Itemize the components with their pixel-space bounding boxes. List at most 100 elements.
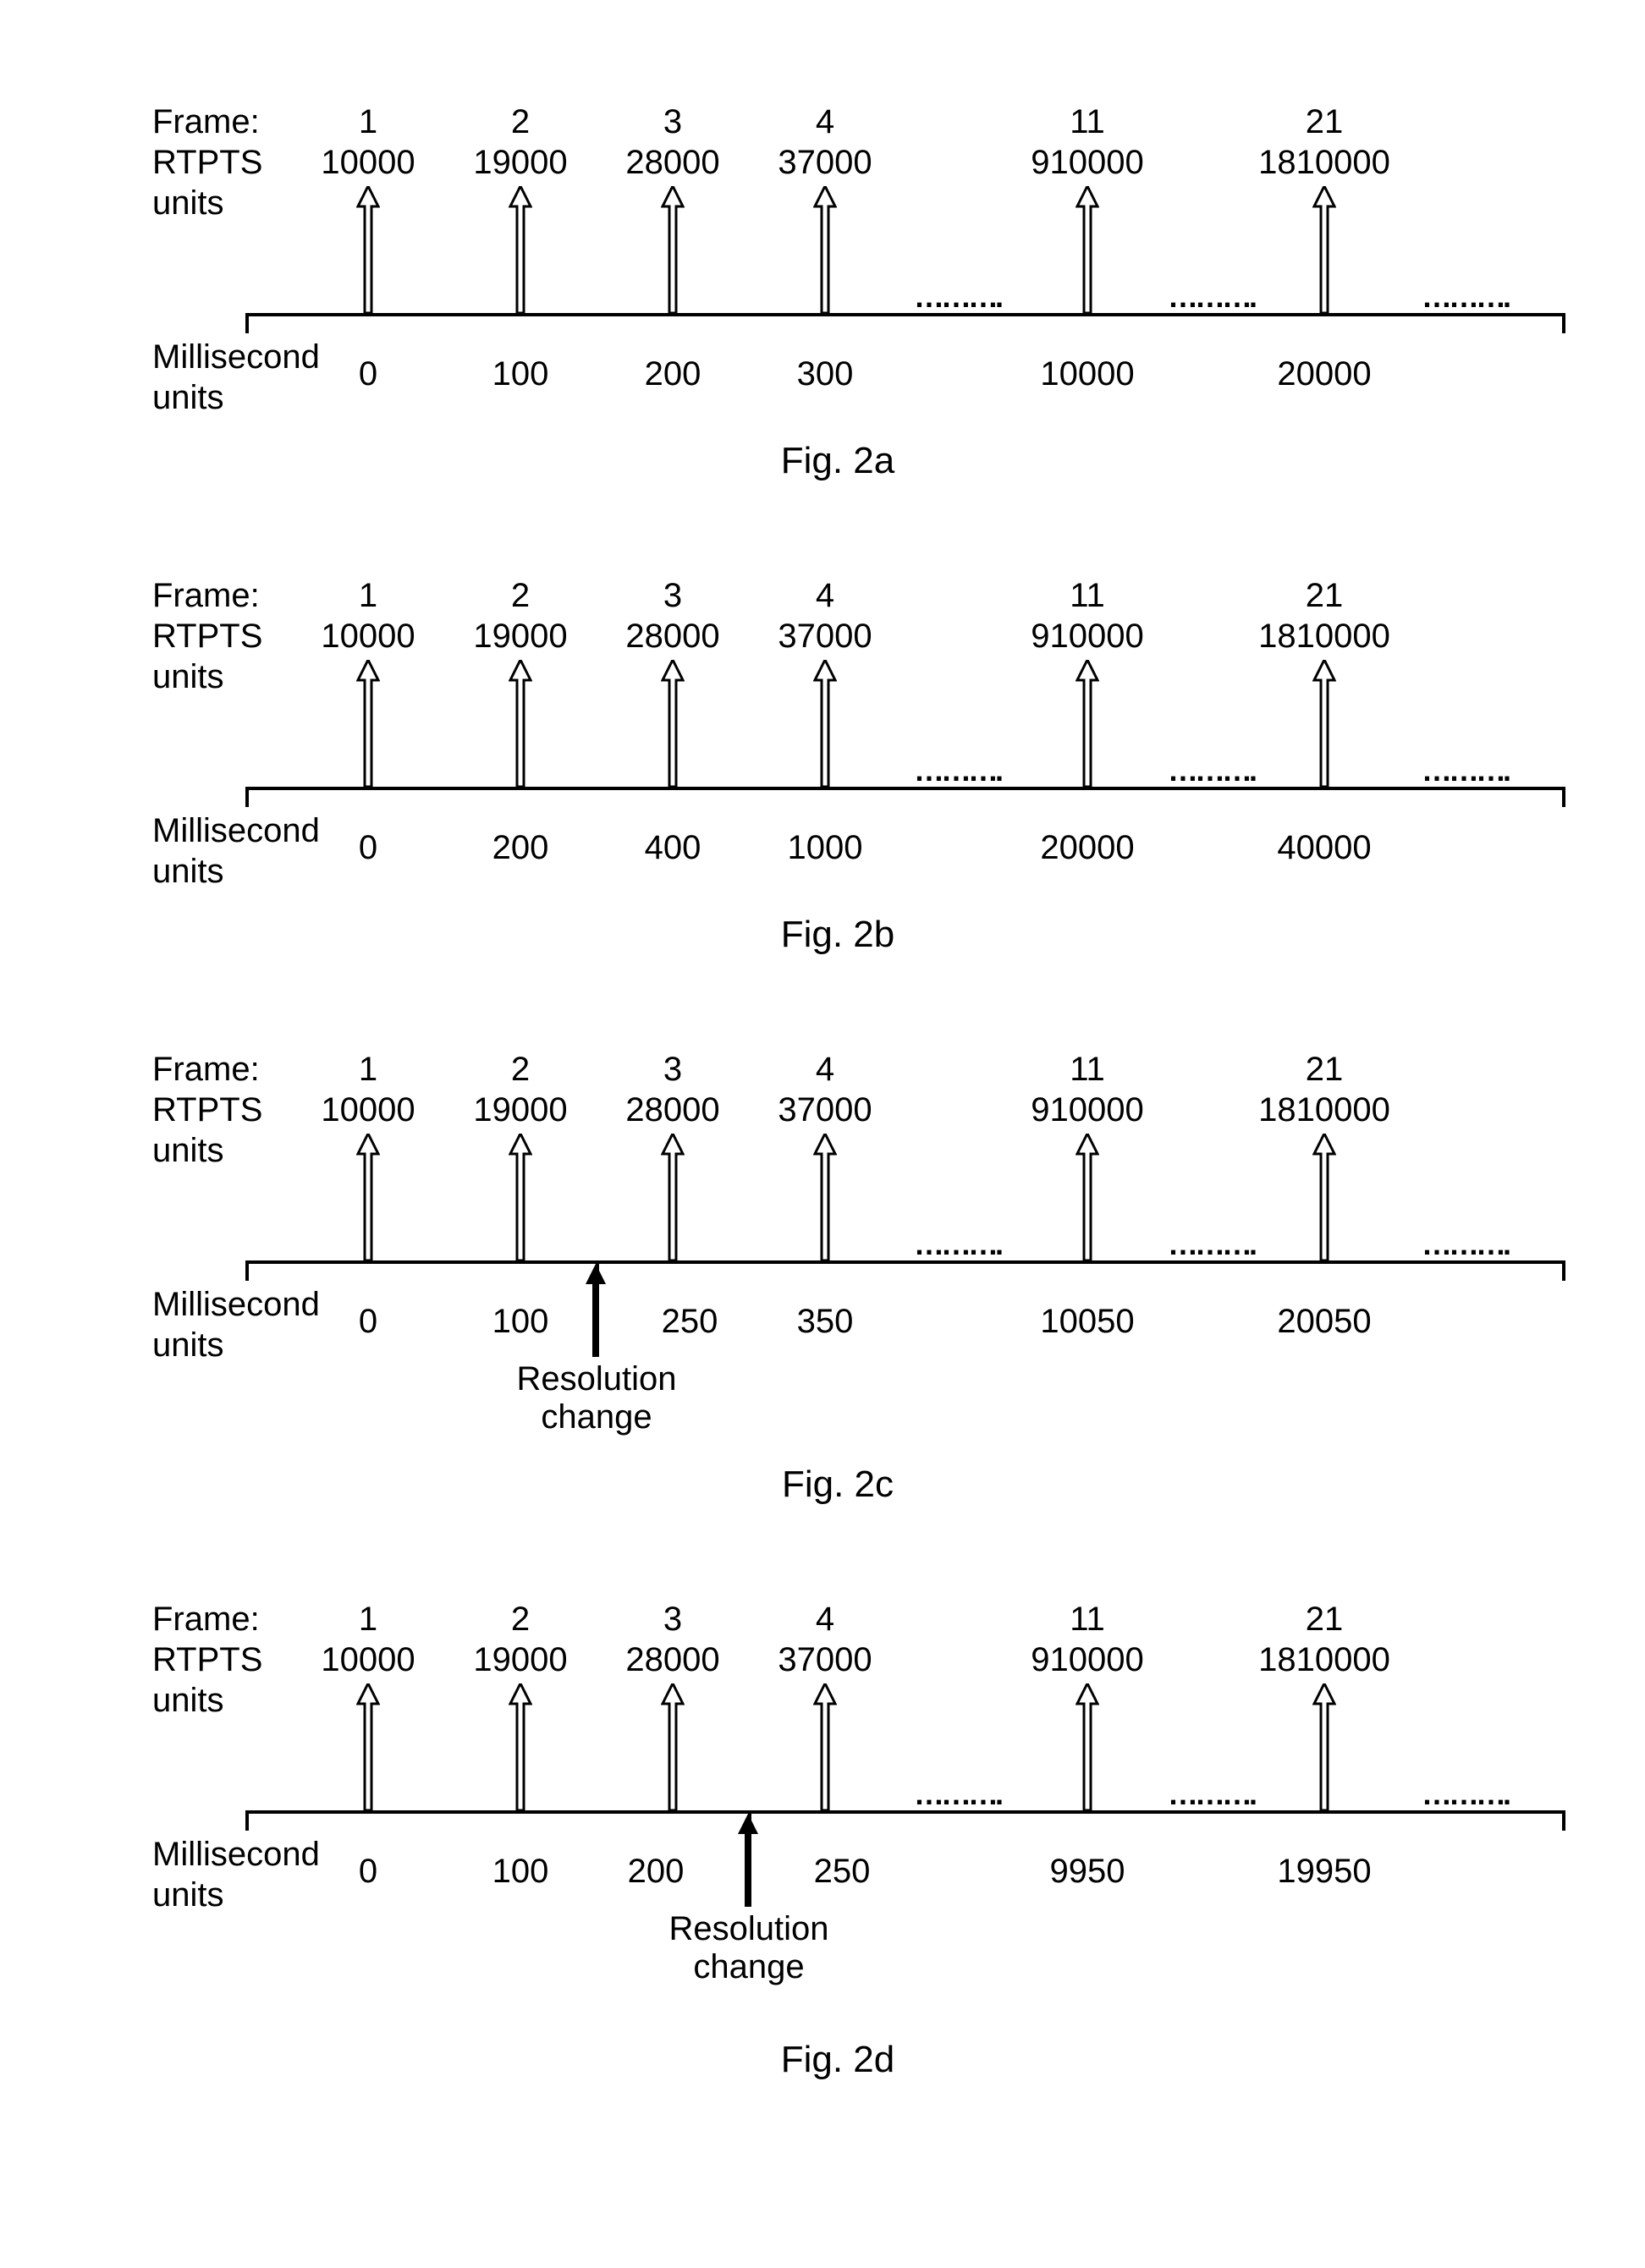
- rtpts-value: 1810000: [1244, 616, 1405, 656]
- col-2: 2 19000: [440, 575, 601, 656]
- frame-value: 21: [1244, 102, 1405, 142]
- frame-value: 3: [592, 1599, 753, 1639]
- ms-value: 100: [440, 1303, 601, 1341]
- up-arrow-icon: [813, 186, 837, 313]
- rtpts-value: 910000: [1007, 1639, 1168, 1680]
- figure-2a: Frame: RTPTS units 1 10000 2 19000 3 280…: [152, 102, 1523, 499]
- resolution-change-label-2: change: [487, 1398, 707, 1436]
- ms-value: 10050: [1007, 1303, 1168, 1341]
- resolution-change-label-1: Resolution: [639, 1910, 859, 1948]
- rtpts-value: 37000: [745, 1639, 905, 1680]
- up-arrow-icon: [661, 1683, 685, 1810]
- rtpts-label-1: RTPTS: [152, 142, 262, 183]
- frame-value: 2: [440, 1049, 601, 1090]
- figure-2d: Frame: RTPTS units 1 10000 2 19000 3 280…: [152, 1599, 1523, 2123]
- ms-value: 200: [575, 1853, 736, 1891]
- rtpts-value: 37000: [745, 142, 905, 183]
- frame-label: Frame:: [152, 1049, 262, 1090]
- ellipsis: ……….: [1422, 1227, 1508, 1262]
- col-1: 1 10000: [288, 575, 448, 656]
- ms-value: 20050: [1244, 1303, 1405, 1341]
- frame-label: Frame:: [152, 102, 262, 142]
- frame-value: 4: [745, 1049, 905, 1090]
- col-6: 21 1810000: [1244, 575, 1405, 656]
- up-arrow-icon: [1312, 1683, 1336, 1810]
- ms-value: 300: [745, 355, 905, 393]
- up-arrow-icon: [509, 660, 532, 787]
- ellipsis: ……….: [1168, 1777, 1254, 1812]
- col-3: 3 28000: [592, 575, 753, 656]
- up-arrow-icon: [813, 1134, 837, 1260]
- frame-value: 2: [440, 102, 601, 142]
- frame-value: 1: [288, 575, 448, 616]
- up-arrow-icon: [1076, 660, 1099, 787]
- up-arrow-icon: [813, 1683, 837, 1810]
- resolution-change-label-2: change: [639, 1948, 859, 1986]
- frame-value: 4: [745, 1599, 905, 1639]
- frame-value: 3: [592, 102, 753, 142]
- ellipsis: ……….: [1168, 753, 1254, 788]
- up-arrow-icon: [1076, 186, 1099, 313]
- up-arrow-icon: [661, 660, 685, 787]
- ellipsis: ……….: [1422, 753, 1508, 788]
- col-4: 4 37000: [745, 102, 905, 183]
- ellipsis: ……….: [914, 279, 1000, 315]
- frame-value: 3: [592, 575, 753, 616]
- ms-value: 20000: [1244, 355, 1405, 393]
- frame-value: 4: [745, 575, 905, 616]
- figure-2c: Frame: RTPTS units 1 10000 2 19000 3 280…: [152, 1049, 1523, 1540]
- up-arrow-icon: [356, 660, 380, 787]
- ms-value: 400: [592, 829, 753, 867]
- frame-label: Frame:: [152, 1599, 262, 1639]
- col-3: 3 28000: [592, 1599, 753, 1680]
- frame-value: 2: [440, 1599, 601, 1639]
- up-arrow-icon: [1076, 1683, 1099, 1810]
- rtpts-value: 910000: [1007, 142, 1168, 183]
- rtpts-value: 37000: [745, 616, 905, 656]
- ms-value: 19950: [1244, 1853, 1405, 1891]
- rtpts-label-1: RTPTS: [152, 1639, 262, 1680]
- col-1: 1 10000: [288, 1599, 448, 1680]
- frame-value: 1: [288, 1599, 448, 1639]
- figure-2b: Frame: RTPTS units 1 10000 2 19000 3 280…: [152, 575, 1523, 973]
- ms-value: 10000: [1007, 355, 1168, 393]
- ellipsis: ……….: [1168, 279, 1254, 315]
- col-3: 3 28000: [592, 102, 753, 183]
- col-2: 2 19000: [440, 1049, 601, 1130]
- up-arrow-icon: [509, 186, 532, 313]
- up-arrow-icon: [1076, 1134, 1099, 1260]
- col-1: 1 10000: [288, 1049, 448, 1130]
- frame-value: 11: [1007, 575, 1168, 616]
- ms-value: 9950: [1007, 1853, 1168, 1891]
- time-axis: [245, 787, 1565, 790]
- rtpts-label-2: units: [152, 656, 262, 697]
- figure-caption: Fig. 2a: [152, 440, 1523, 482]
- rtpts-value: 28000: [592, 1090, 753, 1130]
- resolution-change-label-1: Resolution: [487, 1360, 707, 1398]
- divider-line: [748, 1814, 751, 1907]
- row-labels: Frame: RTPTS units: [152, 575, 262, 697]
- ellipsis: ……….: [914, 753, 1000, 788]
- time-axis: [245, 1260, 1565, 1264]
- up-arrow-icon: [661, 1134, 685, 1260]
- col-4: 4 37000: [745, 575, 905, 656]
- col-6: 21 1810000: [1244, 1049, 1405, 1130]
- ms-value: 0: [288, 1303, 448, 1341]
- figure-caption: Fig. 2d: [152, 2039, 1523, 2081]
- rtpts-label-1: RTPTS: [152, 616, 262, 656]
- up-arrow-icon: [509, 1134, 532, 1260]
- ms-value: 1000: [745, 829, 905, 867]
- up-arrow-icon: [509, 1683, 532, 1810]
- rtpts-value: 19000: [440, 616, 601, 656]
- frame-value: 3: [592, 1049, 753, 1090]
- ellipsis: ……….: [914, 1777, 1000, 1812]
- up-arrow-icon: [1312, 1134, 1336, 1260]
- col-6: 21 1810000: [1244, 102, 1405, 183]
- rtpts-value: 28000: [592, 142, 753, 183]
- row-labels: Frame: RTPTS units: [152, 1049, 262, 1171]
- rtpts-label-2: units: [152, 1130, 262, 1171]
- ms-value: 0: [288, 355, 448, 393]
- figure-caption: Fig. 2c: [152, 1463, 1523, 1506]
- up-arrow-icon: [1312, 660, 1336, 787]
- col-3: 3 28000: [592, 1049, 753, 1130]
